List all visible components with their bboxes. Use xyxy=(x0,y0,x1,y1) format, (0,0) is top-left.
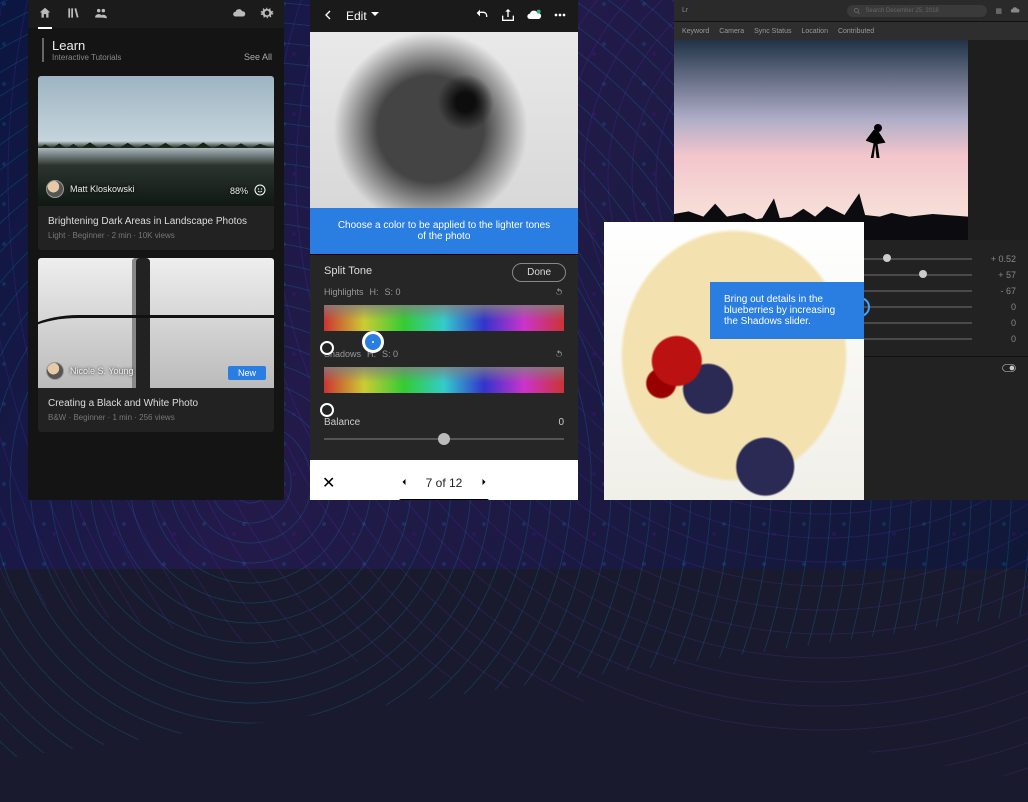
highlights-label: Highlights xyxy=(324,287,364,299)
card-thumb: Matt Kloskowski 88% xyxy=(38,76,274,206)
balance-value: 0 xyxy=(558,417,564,428)
avatar xyxy=(46,362,64,380)
section-subtitle: Interactive Tutorials xyxy=(52,53,121,62)
filter-chips: Keyword Camera Sync Status Location Cont… xyxy=(674,22,1028,40)
chip[interactable]: Location xyxy=(802,28,828,35)
close-icon[interactable]: ✕ xyxy=(322,473,335,493)
home-icon[interactable] xyxy=(38,6,52,29)
share-icon[interactable] xyxy=(500,7,516,26)
new-badge: New xyxy=(228,366,266,380)
done-button[interactable]: Done xyxy=(512,263,566,282)
food-photo xyxy=(604,222,864,500)
edit-mode-button[interactable]: Edit xyxy=(346,9,379,23)
picker-origin[interactable] xyxy=(320,341,334,355)
edit-toolbar: Edit xyxy=(310,0,578,32)
grid-icon[interactable]: ▦ xyxy=(995,7,1002,15)
reset-icon[interactable] xyxy=(554,349,564,361)
tutorial-tip: Choose a color to be applied to the ligh… xyxy=(310,208,578,254)
gear-icon[interactable] xyxy=(260,6,274,23)
slider-value: 0 xyxy=(982,302,1016,312)
title-bar: Lr Search December 25, 2018 ▦ xyxy=(674,0,1028,22)
author-badge: Matt Kloskowski xyxy=(46,180,135,198)
chip[interactable]: Camera xyxy=(719,28,744,35)
picker-origin[interactable] xyxy=(320,403,334,417)
step-count: 7 of 12 xyxy=(426,476,463,490)
silhouette xyxy=(862,124,892,164)
author-badge: Nicole S. Young xyxy=(46,362,134,380)
learn-header: Learn Interactive Tutorials See All xyxy=(28,28,284,68)
progress-pct: 88% xyxy=(230,186,248,196)
library-icon[interactable] xyxy=(66,6,80,23)
chip[interactable]: Sync Status xyxy=(754,28,791,35)
chip[interactable]: Keyword xyxy=(682,28,709,35)
balance-label: Balance xyxy=(324,417,360,428)
step-next[interactable] xyxy=(478,476,490,491)
chevron-down-icon xyxy=(371,12,379,20)
blueberry-panel: Bring out details in the blueberries by … xyxy=(604,222,864,500)
highlight-color-handle[interactable] xyxy=(362,331,384,353)
toggle-icon[interactable] xyxy=(1002,363,1016,376)
highlights-hue-picker[interactable] xyxy=(324,305,564,331)
people-icon[interactable] xyxy=(94,6,108,23)
more-icon[interactable] xyxy=(552,7,568,26)
tutorial-card[interactable]: Nicole S. Young New Creating a Black and… xyxy=(38,258,274,432)
avatar xyxy=(46,180,64,198)
see-all-link[interactable]: See All xyxy=(244,52,272,62)
slider-value: + 57 xyxy=(982,270,1016,280)
slider-value: - 67 xyxy=(982,286,1016,296)
tutorial-stepper: ✕ 7 of 12 xyxy=(310,460,578,500)
home-indicator xyxy=(399,499,489,500)
slider-knob[interactable] xyxy=(883,254,891,262)
main-photo-area xyxy=(674,40,1028,240)
author-name: Nicole S. Young xyxy=(70,366,134,376)
split-tone-section: Split Tone Done Highlights H: S: 0 Shado… xyxy=(310,254,578,460)
chip[interactable]: Contributed xyxy=(838,28,874,35)
edited-photo xyxy=(674,40,968,240)
sat-readout: S: 0 xyxy=(382,349,398,361)
h-abbrev: H: xyxy=(370,287,379,299)
cloud-icon[interactable] xyxy=(1010,5,1020,17)
shadows-hue-picker[interactable] xyxy=(324,367,564,393)
split-tone-panel: Edit Choose a color to be applied to the… xyxy=(310,0,578,500)
undo-icon[interactable] xyxy=(474,7,490,26)
balance-slider[interactable] xyxy=(324,438,564,440)
card-meta: Light · Beginner · 2 min · 10K views xyxy=(38,231,274,250)
card-meta: B&W · Beginner · 1 min · 256 views xyxy=(38,413,274,432)
author-name: Matt Kloskowski xyxy=(70,184,135,194)
nav-bar xyxy=(28,0,284,28)
edit-label: Edit xyxy=(346,9,367,23)
slider-knob[interactable] xyxy=(919,270,927,278)
tutorial-card[interactable]: Matt Kloskowski 88% Brightening Dark Are… xyxy=(38,76,274,250)
panel-gutter xyxy=(968,40,1028,240)
tutorial-tip: Bring out details in the blueberries by … xyxy=(710,282,864,339)
slider-value: 0 xyxy=(982,334,1016,344)
smile-icon xyxy=(254,184,266,198)
back-icon[interactable] xyxy=(320,7,336,26)
section-title: Learn xyxy=(52,38,121,53)
reset-icon[interactable] xyxy=(554,287,564,299)
slider-value: + 0.52 xyxy=(982,254,1016,264)
step-prev[interactable] xyxy=(398,476,410,491)
sat-readout: S: 0 xyxy=(385,287,401,299)
search-placeholder: Search December 25, 2018 xyxy=(865,8,938,14)
learn-panel: Learn Interactive Tutorials See All Matt… xyxy=(28,0,284,500)
cloud-icon[interactable] xyxy=(232,6,246,23)
card-title: Creating a Black and White Photo xyxy=(38,388,274,413)
cloud-dot-icon[interactable] xyxy=(526,7,542,26)
card-thumb: Nicole S. Young New xyxy=(38,258,274,388)
preview-image xyxy=(310,32,578,208)
card-title: Brightening Dark Areas in Landscape Phot… xyxy=(38,206,274,231)
search-input[interactable]: Search December 25, 2018 xyxy=(847,5,987,17)
slider-value: 0 xyxy=(982,318,1016,328)
